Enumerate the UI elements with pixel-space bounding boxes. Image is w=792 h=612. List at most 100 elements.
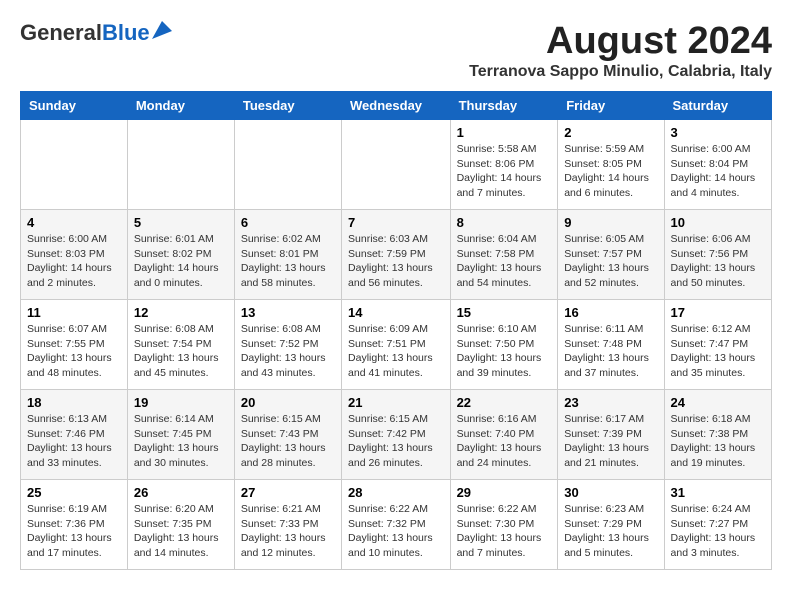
calendar-cell	[21, 120, 128, 210]
day-info: Sunrise: 6:10 AMSunset: 7:50 PMDaylight:…	[457, 322, 552, 381]
day-number: 23	[564, 395, 657, 410]
calendar-table: SundayMondayTuesdayWednesdayThursdayFrid…	[20, 91, 772, 570]
day-number: 22	[457, 395, 552, 410]
day-info: Sunrise: 6:12 AMSunset: 7:47 PMDaylight:…	[671, 322, 765, 381]
calendar-week-row: 4Sunrise: 6:00 AMSunset: 8:03 PMDaylight…	[21, 210, 772, 300]
day-number: 26	[134, 485, 228, 500]
day-info: Sunrise: 6:23 AMSunset: 7:29 PMDaylight:…	[564, 502, 657, 561]
day-info: Sunrise: 6:09 AMSunset: 7:51 PMDaylight:…	[348, 322, 444, 381]
day-number: 8	[457, 215, 552, 230]
calendar-cell: 16Sunrise: 6:11 AMSunset: 7:48 PMDayligh…	[558, 300, 664, 390]
calendar-cell: 27 Sunrise: 6:21 AMSunset: 7:33 PMDayligh…	[234, 480, 341, 570]
calendar-cell: 3 Sunrise: 6:00 AMSunset: 8:04 PMDaylight…	[664, 120, 771, 210]
day-info: Sunrise: 6:05 AMSunset: 7:57 PMDaylight:…	[564, 232, 657, 291]
day-number: 24	[671, 395, 765, 410]
calendar-cell: 26 Sunrise: 6:20 AMSunset: 7:35 PMDayligh…	[127, 480, 234, 570]
page-header: General Blue August 2024 Terranova Sappo…	[20, 20, 772, 81]
day-info: Sunrise: 6:15 AMSunset: 7:43 PMDaylight:…	[241, 412, 335, 471]
day-info: Sunrise: 6:22 AMSunset: 7:30 PMDaylight:…	[457, 502, 552, 561]
day-info: Sunrise: 6:01 AMSunset: 8:02 PMDaylight:…	[134, 232, 228, 291]
calendar-cell: 2 Sunrise: 5:59 AMSunset: 8:05 PMDaylight…	[558, 120, 664, 210]
day-info: Sunrise: 6:19 AMSunset: 7:36 PMDaylight:…	[27, 502, 121, 561]
day-info: Sunrise: 6:24 AMSunset: 7:27 PMDaylight:…	[671, 502, 765, 561]
calendar-cell: 13 Sunrise: 6:08 AMSunset: 7:52 PMDayligh…	[234, 300, 341, 390]
day-number: 11	[27, 305, 121, 320]
day-info: Sunrise: 6:08 AMSunset: 7:52 PMDaylight:…	[241, 322, 335, 381]
header-monday: Monday	[127, 92, 234, 120]
day-number: 21	[348, 395, 444, 410]
day-number: 15	[457, 305, 552, 320]
day-info: Sunrise: 6:08 AMSunset: 7:54 PMDaylight:…	[134, 322, 228, 381]
logo-general-text: General	[20, 20, 102, 46]
day-info: Sunrise: 6:21 AMSunset: 7:33 PMDaylight:…	[241, 502, 335, 561]
header-wednesday: Wednesday	[342, 92, 451, 120]
calendar-cell	[342, 120, 451, 210]
calendar-cell: 5Sunrise: 6:01 AMSunset: 8:02 PMDaylight…	[127, 210, 234, 300]
calendar-cell: 14 Sunrise: 6:09 AMSunset: 7:51 PMDayligh…	[342, 300, 451, 390]
day-number: 1	[457, 125, 552, 140]
day-number: 10	[671, 215, 765, 230]
day-number: 3	[671, 125, 765, 140]
day-info: Sunrise: 6:16 AMSunset: 7:40 PMDaylight:…	[457, 412, 552, 471]
day-info: Sunrise: 6:20 AMSunset: 7:35 PMDaylight:…	[134, 502, 228, 561]
calendar-cell: 25 Sunrise: 6:19 AMSunset: 7:36 PMDayligh…	[21, 480, 128, 570]
calendar-cell: 21 Sunrise: 6:15 AMSunset: 7:42 PMDayligh…	[342, 390, 451, 480]
calendar-header-row: SundayMondayTuesdayWednesdayThursdayFrid…	[21, 92, 772, 120]
header-friday: Friday	[558, 92, 664, 120]
month-title: August 2024	[469, 20, 772, 63]
day-info: Sunrise: 6:02 AMSunset: 8:01 PMDaylight:…	[241, 232, 335, 291]
day-number: 27	[241, 485, 335, 500]
calendar-week-row: 25 Sunrise: 6:19 AMSunset: 7:36 PMDayligh…	[21, 480, 772, 570]
day-info: Sunrise: 6:15 AMSunset: 7:42 PMDaylight:…	[348, 412, 444, 471]
calendar-cell: 18 Sunrise: 6:13 AMSunset: 7:46 PMDayligh…	[21, 390, 128, 480]
header-sunday: Sunday	[21, 92, 128, 120]
calendar-cell: 8Sunrise: 6:04 AMSunset: 7:58 PMDaylight…	[450, 210, 558, 300]
day-info: Sunrise: 6:13 AMSunset: 7:46 PMDaylight:…	[27, 412, 121, 471]
day-number: 28	[348, 485, 444, 500]
day-number: 4	[27, 215, 121, 230]
day-info: Sunrise: 5:59 AMSunset: 8:05 PMDaylight:…	[564, 142, 657, 201]
calendar-cell: 10 Sunrise: 6:06 AMSunset: 7:56 PMDayligh…	[664, 210, 771, 300]
calendar-cell: 24 Sunrise: 6:18 AMSunset: 7:38 PMDayligh…	[664, 390, 771, 480]
day-info: Sunrise: 6:00 AMSunset: 8:04 PMDaylight:…	[671, 142, 765, 201]
calendar-cell: 7 Sunrise: 6:03 AMSunset: 7:59 PMDaylight…	[342, 210, 451, 300]
day-info: Sunrise: 6:18 AMSunset: 7:38 PMDaylight:…	[671, 412, 765, 471]
day-number: 29	[457, 485, 552, 500]
day-number: 31	[671, 485, 765, 500]
day-number: 7	[348, 215, 444, 230]
calendar-cell: 19Sunrise: 6:14 AMSunset: 7:45 PMDayligh…	[127, 390, 234, 480]
day-number: 9	[564, 215, 657, 230]
calendar-cell: 17Sunrise: 6:12 AMSunset: 7:47 PMDayligh…	[664, 300, 771, 390]
day-info: Sunrise: 6:11 AMSunset: 7:48 PMDaylight:…	[564, 322, 657, 381]
calendar-cell: 15 Sunrise: 6:10 AMSunset: 7:50 PMDayligh…	[450, 300, 558, 390]
day-number: 20	[241, 395, 335, 410]
header-tuesday: Tuesday	[234, 92, 341, 120]
day-number: 18	[27, 395, 121, 410]
day-number: 14	[348, 305, 444, 320]
calendar-cell: 23 Sunrise: 6:17 AMSunset: 7:39 PMDayligh…	[558, 390, 664, 480]
day-number: 13	[241, 305, 335, 320]
title-section: August 2024 Terranova Sappo Minulio, Cal…	[469, 20, 772, 81]
calendar-cell: 28Sunrise: 6:22 AMSunset: 7:32 PMDayligh…	[342, 480, 451, 570]
calendar-week-row: 18 Sunrise: 6:13 AMSunset: 7:46 PMDayligh…	[21, 390, 772, 480]
day-number: 2	[564, 125, 657, 140]
calendar-cell: 29 Sunrise: 6:22 AMSunset: 7:30 PMDayligh…	[450, 480, 558, 570]
day-info: Sunrise: 6:07 AMSunset: 7:55 PMDaylight:…	[27, 322, 121, 381]
header-thursday: Thursday	[450, 92, 558, 120]
logo: General Blue	[20, 20, 172, 46]
logo-bird-icon	[152, 21, 172, 39]
logo-blue-text: Blue	[102, 20, 150, 46]
day-info: Sunrise: 5:58 AMSunset: 8:06 PMDaylight:…	[457, 142, 552, 201]
day-number: 19	[134, 395, 228, 410]
day-number: 6	[241, 215, 335, 230]
calendar-cell: 11 Sunrise: 6:07 AMSunset: 7:55 PMDayligh…	[21, 300, 128, 390]
day-info: Sunrise: 6:06 AMSunset: 7:56 PMDaylight:…	[671, 232, 765, 291]
calendar-cell: 20 Sunrise: 6:15 AMSunset: 7:43 PMDayligh…	[234, 390, 341, 480]
calendar-cell: 1 Sunrise: 5:58 AMSunset: 8:06 PMDaylight…	[450, 120, 558, 210]
calendar-cell: 12Sunrise: 6:08 AMSunset: 7:54 PMDayligh…	[127, 300, 234, 390]
calendar-week-row: 1 Sunrise: 5:58 AMSunset: 8:06 PMDaylight…	[21, 120, 772, 210]
header-saturday: Saturday	[664, 92, 771, 120]
day-info: Sunrise: 6:03 AMSunset: 7:59 PMDaylight:…	[348, 232, 444, 291]
day-info: Sunrise: 6:17 AMSunset: 7:39 PMDaylight:…	[564, 412, 657, 471]
day-number: 25	[27, 485, 121, 500]
